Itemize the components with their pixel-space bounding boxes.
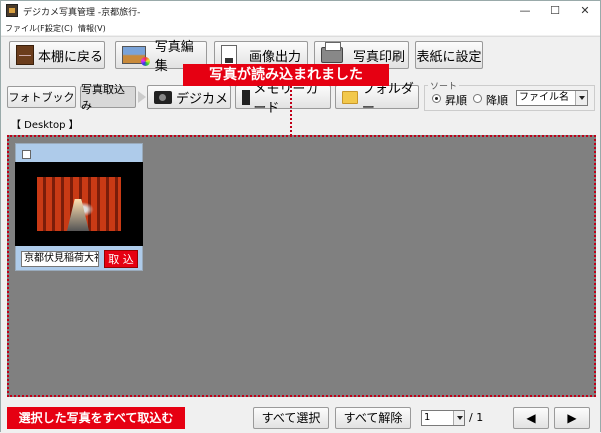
back-to-shelf-button[interactable]: 本棚に戻る: [9, 41, 105, 69]
set-cover-label: 表紙に設定: [416, 49, 482, 65]
memory-card-source-button[interactable]: メモリーカード: [235, 82, 331, 116]
camera-icon: [154, 90, 172, 104]
callout-connector: [290, 86, 292, 136]
select-all-button[interactable]: すべて選択: [253, 407, 329, 429]
photo-import-button[interactable]: 取 込: [104, 250, 138, 268]
set-cover-button[interactable]: 表紙に設定: [415, 41, 483, 69]
page-value: 1: [424, 412, 431, 423]
photo-thumbnail[interactable]: [37, 177, 121, 231]
menu-file[interactable]: ファイル(F): [5, 23, 48, 34]
printer-icon: [321, 42, 343, 63]
page-total: / 1: [469, 411, 484, 424]
chevron-down-icon: [575, 91, 587, 105]
photo-checkbox[interactable]: [22, 150, 31, 159]
photo-name-field[interactable]: 京都伏見稲荷大社: [21, 251, 99, 267]
sort-legend: ソート: [428, 79, 460, 92]
sort-field-value: ファイル名: [519, 92, 569, 103]
app-window: デジカメ写真管理 -京都旅行- — ☐ ✕ ファイル(F) 設定(C) 情報(V…: [0, 0, 601, 433]
folder-source-button[interactable]: フォルダー: [335, 82, 419, 116]
tab-import[interactable]: 写真取込み: [80, 83, 136, 112]
sort-field-select[interactable]: ファイル名: [516, 90, 588, 106]
app-icon: [6, 4, 18, 17]
image-output-label: 画像出力: [249, 49, 302, 65]
window-title: デジカメ写真管理 -京都旅行-: [23, 8, 141, 18]
import-all-selected-button[interactable]: 選択した写真をすべて取込む: [7, 407, 185, 429]
arrow-right-icon: [138, 91, 146, 103]
back-to-shelf-label: 本棚に戻る: [38, 49, 104, 65]
chevron-down-icon: [453, 411, 464, 425]
status-callout: 写真が読み込まれました: [183, 64, 389, 86]
page-select[interactable]: 1: [421, 410, 465, 426]
photo-print-label: 写真印刷: [353, 49, 406, 65]
current-path: 【 Desktop 】: [11, 120, 79, 131]
sort-descending-label: 降順: [486, 94, 508, 107]
menu-settings[interactable]: 設定(C): [45, 23, 73, 34]
camera-source-button[interactable]: デジカメ: [147, 85, 231, 109]
close-button[interactable]: ✕: [570, 1, 600, 21]
sort-ascending-label: 昇順: [445, 94, 467, 107]
folder-icon: [342, 90, 358, 104]
menu-info[interactable]: 情報(V): [78, 23, 106, 34]
minimize-button[interactable]: —: [510, 1, 540, 21]
camera-label: デジカメ: [176, 91, 229, 107]
sort-descending-radio[interactable]: [473, 94, 482, 103]
deselect-all-button[interactable]: すべて解除: [335, 407, 411, 429]
bookshelf-icon: [16, 45, 34, 65]
next-page-button[interactable]: ▶: [554, 407, 590, 429]
image-output-icon: [221, 45, 237, 65]
photo-edit-icon: [122, 46, 150, 66]
title-bar: デジカメ写真管理 -京都旅行- — ☐ ✕: [1, 1, 600, 21]
sort-ascending-radio[interactable]: [432, 94, 441, 103]
menu-bar: ファイル(F) 設定(C) 情報(V): [1, 21, 600, 35]
maximize-button[interactable]: ☐: [540, 1, 570, 21]
prev-page-button[interactable]: ◀: [513, 407, 549, 429]
tab-photobook[interactable]: フォトブック: [7, 86, 76, 108]
memory-card-icon: [242, 89, 251, 105]
